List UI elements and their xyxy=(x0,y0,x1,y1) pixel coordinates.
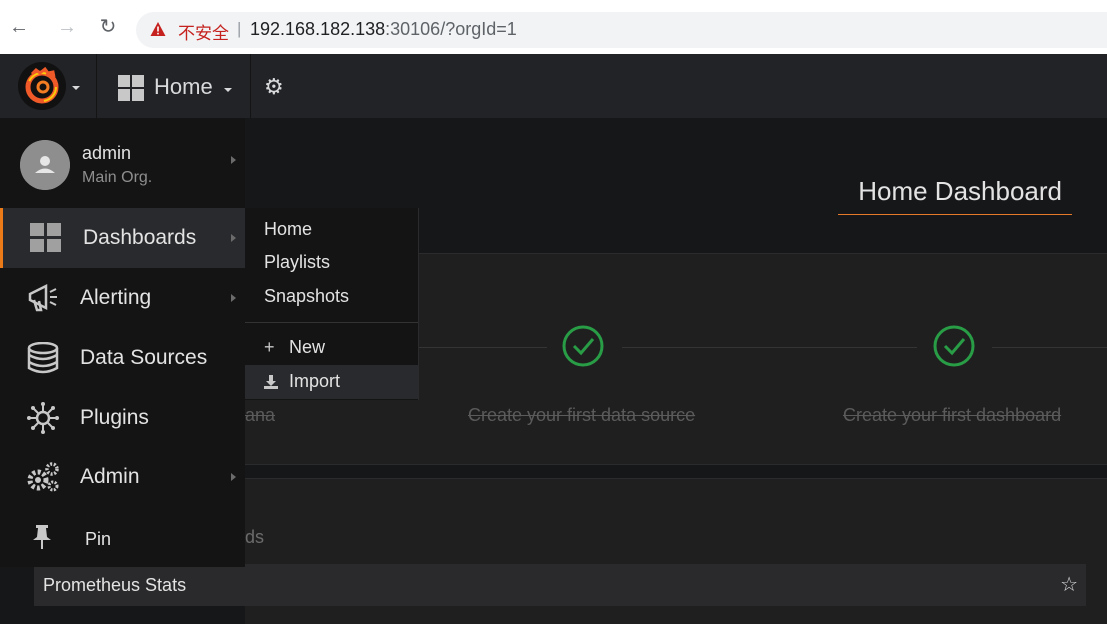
sidemenu-item-label: Data Sources xyxy=(80,346,208,369)
url-path: :30106/?orgId=1 xyxy=(385,19,517,39)
chevron-down-icon xyxy=(224,88,232,92)
chevron-down-icon xyxy=(72,86,80,90)
dashboard-picker-button[interactable]: Home xyxy=(98,54,251,118)
dashboards-icon xyxy=(30,223,61,252)
page-title: Home Dashboard xyxy=(858,176,1062,206)
user-profile[interactable]: admin Main Org. xyxy=(0,118,245,206)
bullhorn-icon xyxy=(28,283,57,312)
star-icon[interactable]: ☆ xyxy=(1060,572,1078,597)
plus-icon: + xyxy=(264,337,275,357)
submenu-item-home[interactable]: Home xyxy=(264,219,312,240)
submenu-new-label: New xyxy=(289,337,326,357)
sidemenu-item-plugins[interactable]: Plugins xyxy=(0,388,245,448)
org-name: Main Org. xyxy=(82,169,153,186)
check-circle-icon xyxy=(562,325,604,367)
sidemenu-item-label: Admin xyxy=(80,465,140,488)
dashboard-title-label: Home xyxy=(154,74,213,99)
chevron-right-icon xyxy=(231,156,236,164)
step-install-label: ana xyxy=(245,405,276,425)
reload-icon[interactable]: ↻ xyxy=(95,14,121,40)
sidemenu-item-label: Dashboards xyxy=(83,226,197,249)
avatar xyxy=(20,140,70,190)
progress-line xyxy=(419,347,547,348)
browser-toolbar: ← → ↻ 不安全 | 192.168.182.138:30106/?orgId… xyxy=(0,0,1107,55)
pin-icon xyxy=(33,525,51,549)
top-navbar: Home ⚙ xyxy=(0,54,1107,118)
dashboards-grid-icon xyxy=(118,75,144,101)
url-host: 192.168.182.138 xyxy=(250,19,386,39)
url-text[interactable]: 192.168.182.138:30106/?orgId=1 xyxy=(250,19,517,40)
sidemenu-item-data-sources[interactable]: Data Sources xyxy=(0,328,245,388)
section-heading: ds xyxy=(245,527,265,547)
submenu-item-import[interactable]: Import xyxy=(245,365,418,399)
step-dashboard-label[interactable]: Create your first dashboard xyxy=(843,405,1061,426)
back-icon[interactable]: ← xyxy=(6,14,32,40)
tab-strip xyxy=(662,0,761,10)
progress-line xyxy=(622,347,917,348)
progress-line xyxy=(992,347,1107,348)
sidemenu: admin Main Org. Dashboards Alerting Data… xyxy=(0,118,245,567)
list-item[interactable]: Prometheus Stats ☆ xyxy=(34,564,1086,606)
url-separator: | xyxy=(237,19,242,38)
dashboards-submenu: Home Playlists Snapshots + New Import xyxy=(245,208,419,400)
sidemenu-item-alerting[interactable]: Alerting xyxy=(0,268,245,328)
address-bar[interactable]: 不安全 | 192.168.182.138:30106/?orgId=1 xyxy=(136,12,1107,48)
forward-icon[interactable]: → xyxy=(54,14,80,40)
sidemenu-item-dashboards[interactable]: Dashboards xyxy=(0,208,245,268)
step-datasource-label[interactable]: Create your first data source xyxy=(468,405,695,426)
submenu-item-playlists[interactable]: Playlists xyxy=(264,252,330,273)
dashboard-title-area: Home Dashboard xyxy=(838,172,1072,215)
user-name: admin xyxy=(82,143,132,163)
download-icon xyxy=(264,375,278,389)
submenu-import-label: Import xyxy=(289,371,341,391)
database-icon xyxy=(27,342,59,374)
grafana-logo-icon xyxy=(18,62,66,110)
sidemenu-toggle-button[interactable] xyxy=(0,54,97,118)
security-label[interactable]: 不安全 xyxy=(178,19,229,44)
check-circle-icon xyxy=(933,325,975,367)
sidemenu-item-admin[interactable]: Admin xyxy=(0,447,245,507)
gear-icon[interactable]: ⚙ xyxy=(264,76,286,98)
plugins-icon xyxy=(27,402,59,434)
sidemenu-item-label: Alerting xyxy=(80,286,152,309)
chevron-right-icon xyxy=(231,234,236,242)
sidemenu-item-pin[interactable]: Pin xyxy=(0,508,245,568)
sidemenu-item-label: Plugins xyxy=(80,406,149,429)
cogs-icon xyxy=(27,462,59,492)
chevron-right-icon xyxy=(231,294,236,302)
submenu-divider xyxy=(245,322,418,323)
submenu-item-snapshots[interactable]: Snapshots xyxy=(264,286,349,307)
chevron-right-icon xyxy=(231,473,236,481)
warning-icon xyxy=(150,22,166,36)
submenu-item-new[interactable]: + New xyxy=(245,331,418,365)
dashboard-link[interactable]: Prometheus Stats xyxy=(43,575,186,596)
sidemenu-item-label: Pin xyxy=(85,529,112,549)
